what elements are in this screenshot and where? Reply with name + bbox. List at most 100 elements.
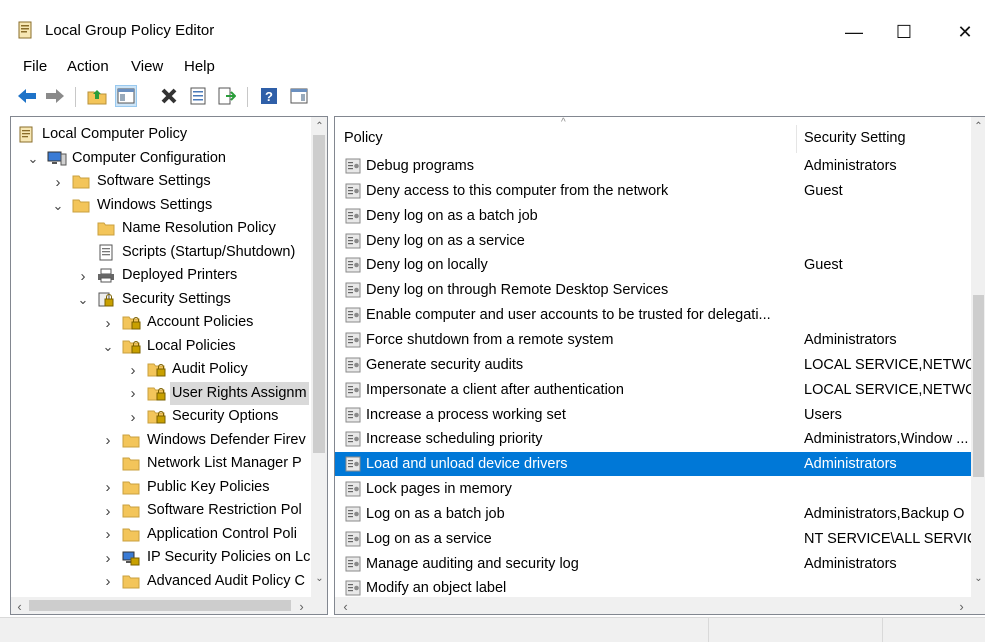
policy-row[interactable]: Deny log on through Remote Desktop Servi…: [335, 278, 971, 302]
column-divider[interactable]: [796, 125, 797, 153]
scroll-down-arrow[interactable]: ⌄: [971, 573, 985, 584]
tree-item[interactable]: › Windows Defender Firev: [11, 429, 311, 452]
policy-row[interactable]: Impersonate a client after authenticatio…: [335, 378, 972, 402]
tree-horizontal-scrollbar[interactable]: ‹ ›: [11, 597, 327, 614]
properties-icon[interactable]: [187, 85, 209, 107]
tree-hscroll-thumb[interactable]: [29, 600, 291, 611]
back-arrow-icon[interactable]: [16, 85, 38, 107]
expand-chevron-icon[interactable]: ›: [102, 526, 114, 543]
expand-chevron-icon[interactable]: ›: [102, 503, 114, 520]
scroll-left-arrow[interactable]: ‹: [11, 599, 28, 614]
policy-row[interactable]: Log on as a batch job Administrators,Back…: [335, 502, 971, 526]
menu-help[interactable]: Help: [184, 58, 215, 75]
policy-row[interactable]: Deny log on locally Guest: [335, 253, 971, 277]
scroll-right-arrow[interactable]: ›: [953, 599, 970, 614]
show-hide-tree-icon[interactable]: [115, 85, 137, 107]
tree-item[interactable]: › Public Key Policies: [11, 476, 311, 499]
scroll-left-arrow[interactable]: ‹: [337, 599, 354, 614]
expand-chevron-icon[interactable]: ›: [102, 479, 114, 496]
scroll-down-arrow[interactable]: ⌄: [311, 573, 327, 584]
menu-action[interactable]: Action: [67, 58, 109, 75]
policy-row[interactable]: Deny access to this computer from the ne…: [335, 179, 971, 203]
expand-chevron-icon[interactable]: ›: [102, 432, 114, 449]
tree-item-label: Security Options: [172, 408, 279, 424]
show-hide-action-pane-icon[interactable]: [288, 85, 310, 107]
expand-chevron-icon[interactable]: ›: [127, 409, 139, 426]
policy-row[interactable]: Manage auditing and security log Administ…: [335, 552, 971, 576]
console-tree[interactable]: Local Computer Policy ⌄ Computer Configura…: [10, 116, 328, 615]
expand-chevron-icon[interactable]: ›: [127, 362, 139, 379]
policy-row[interactable]: Increase a process working set Users: [335, 403, 971, 427]
minimize-button[interactable]: —: [831, 10, 877, 54]
policy-row[interactable]: Generate security audits LOCAL SERVICE,NE…: [335, 353, 972, 377]
tree-item[interactable]: Local Computer Policy: [11, 123, 311, 146]
policy-setting-icon: [345, 456, 361, 472]
expand-chevron-icon[interactable]: ›: [102, 573, 114, 590]
policy-row[interactable]: Deny log on as a service: [335, 229, 971, 253]
menu-file[interactable]: File: [23, 58, 47, 75]
tree-item[interactable]: Scripts (Startup/Shutdown): [11, 241, 311, 264]
tree-item[interactable]: › Security Options: [11, 405, 311, 428]
expand-chevron-icon[interactable]: ›: [77, 268, 89, 285]
tree-item[interactable]: › IP Security Policies on Lc: [11, 546, 311, 569]
delete-icon[interactable]: [158, 85, 180, 107]
policy-row[interactable]: Log on as a service NT SERVICE\ALL SERVIC…: [335, 527, 972, 551]
tree-item[interactable]: › Software Restriction Pol: [11, 499, 311, 522]
toolbar: ?: [0, 81, 985, 111]
scroll-right-arrow[interactable]: ›: [293, 599, 310, 614]
security-folder-icon: [147, 385, 166, 402]
tree-item[interactable]: › Software Settings: [11, 170, 311, 193]
policy-row[interactable]: Debug programs Administrators: [335, 154, 971, 178]
folder-icon: [122, 479, 140, 496]
tree-item[interactable]: › Audit Policy: [11, 358, 311, 381]
collapse-chevron-icon[interactable]: ⌄: [52, 198, 64, 213]
close-button[interactable]: ✕: [942, 10, 985, 54]
policy-row[interactable]: Enable computer and user accounts to be …: [335, 303, 971, 327]
tree-item[interactable]: › Account Policies: [11, 311, 311, 334]
collapse-chevron-icon[interactable]: ⌄: [77, 292, 89, 307]
window-title: Local Group Policy Editor: [45, 22, 215, 39]
tree-scroll-thumb[interactable]: [313, 135, 325, 453]
tree-item[interactable]: ⌄ Computer Configuration: [11, 147, 311, 170]
scroll-up-arrow[interactable]: ⌃: [971, 121, 985, 132]
toolbar-separator: [247, 87, 248, 107]
up-folder-icon[interactable]: [86, 85, 108, 107]
policy-row[interactable]: Load and unload device drivers Administra…: [335, 452, 971, 477]
policy-row[interactable]: Increase scheduling priority Administrato…: [335, 427, 971, 451]
tree-item[interactable]: Network List Manager P: [11, 452, 311, 475]
collapse-chevron-icon[interactable]: ⌄: [27, 151, 39, 166]
maximize-button[interactable]: ☐: [881, 10, 927, 54]
collapse-chevron-icon[interactable]: ⌄: [102, 339, 114, 354]
list-horizontal-scrollbar[interactable]: ‹ ›: [335, 597, 985, 614]
policy-row[interactable]: Lock pages in memory: [335, 477, 971, 501]
scroll-up-arrow[interactable]: ⌃: [311, 121, 327, 132]
tree-item[interactable]: › User Rights Assignm: [11, 381, 311, 405]
tree-item[interactable]: Name Resolution Policy: [11, 217, 311, 240]
tree-item[interactable]: › Deployed Printers: [11, 264, 311, 287]
expand-chevron-icon[interactable]: ›: [127, 385, 139, 402]
tree-item-label: Deployed Printers: [122, 267, 238, 283]
help-icon[interactable]: ?: [258, 85, 280, 107]
list-vertical-scrollbar[interactable]: ⌃ ⌄: [971, 117, 985, 597]
policy-row[interactable]: Deny log on as a batch job: [335, 204, 971, 228]
tree-vertical-scrollbar[interactable]: ⌃ ⌄: [311, 117, 327, 597]
menu-view[interactable]: View: [131, 58, 163, 75]
policy-name: Log on as a service: [366, 530, 492, 547]
expand-chevron-icon[interactable]: ›: [102, 315, 114, 332]
policy-row[interactable]: Force shutdown from a remote system Admin…: [335, 328, 971, 352]
folder-icon: [122, 526, 140, 543]
policy-list[interactable]: Policy ^ Security Setting Debug programs…: [334, 116, 985, 615]
column-header-policy[interactable]: Policy: [344, 117, 383, 157]
tree-item[interactable]: ⌄ Windows Settings: [11, 194, 311, 217]
column-header-security-setting[interactable]: Security Setting: [804, 117, 906, 157]
tree-item[interactable]: ⌄ Local Policies: [11, 335, 311, 358]
expand-chevron-icon[interactable]: ›: [52, 174, 64, 191]
ip-security-icon: [122, 549, 140, 566]
expand-chevron-icon[interactable]: ›: [102, 550, 114, 567]
forward-arrow-icon[interactable]: [44, 85, 66, 107]
tree-item[interactable]: › Application Control Poli: [11, 523, 311, 546]
export-list-icon[interactable]: [216, 85, 238, 107]
list-scroll-thumb[interactable]: [973, 295, 984, 477]
tree-item[interactable]: › Advanced Audit Policy C: [11, 570, 311, 593]
tree-item[interactable]: ⌄ Security Settings: [11, 288, 311, 311]
